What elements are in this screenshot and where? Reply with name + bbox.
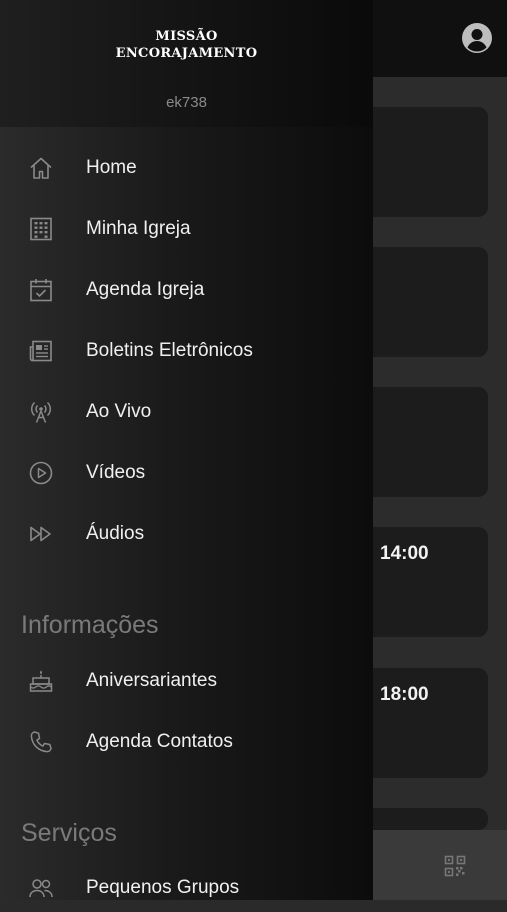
menu-item-boletins[interactable]: Boletins Eletrônicos (0, 327, 373, 375)
cake-icon (29, 670, 53, 692)
home-icon (30, 157, 52, 179)
phone-icon (30, 731, 52, 753)
menu-item-agenda-igreja[interactable]: Agenda Igreja (0, 266, 373, 314)
menu-item-label: Aniversariantes (86, 670, 217, 691)
menu-item-minha-igreja[interactable]: Minha Igreja (0, 205, 373, 253)
menu-item-label: Boletins Eletrônicos (86, 340, 253, 361)
menu-item-label: Áudios (86, 523, 145, 544)
menu-item-label: Agenda Contatos (86, 731, 233, 752)
newspaper-icon (29, 340, 52, 362)
username: ek738 (166, 94, 207, 111)
menu-item-audios[interactable]: Áudios (0, 510, 373, 558)
qr-code-icon[interactable] (444, 855, 466, 877)
account-avatar-icon[interactable] (461, 22, 493, 54)
play-circle-icon (29, 461, 53, 485)
menu-item-ao-vivo[interactable]: Ao Vivo (0, 388, 373, 436)
section-title-informacoes: Informações (21, 611, 159, 639)
event-time: 14:00 (380, 543, 429, 564)
logo-line-1: MISSÃO (155, 29, 218, 44)
fast-forward-icon (30, 526, 51, 542)
menu-item-home[interactable]: Home (0, 144, 373, 192)
calendar-check-icon (30, 279, 52, 302)
drawer-header: MISSÃO ENCORAJAMENTO ek738 (0, 0, 373, 127)
menu-item-aniversariantes[interactable]: Aniversariantes (0, 657, 373, 705)
navigation-drawer: MISSÃO ENCORAJAMENTO ek738 Home Minha Ig… (0, 0, 373, 900)
menu-item-agenda-contatos[interactable]: Agenda Contatos (0, 718, 373, 766)
broadcast-icon (30, 401, 52, 423)
menu-item-label: Agenda Igreja (86, 279, 205, 300)
menu-item-label: Vídeos (86, 462, 146, 483)
menu-item-label: Pequenos Grupos (86, 877, 240, 898)
menu-item-pequenos-grupos[interactable]: Pequenos Grupos (0, 864, 373, 912)
app-logo: MISSÃO ENCORAJAMENTO (0, 28, 373, 62)
building-icon (30, 217, 52, 241)
menu-item-label: Home (86, 157, 137, 178)
menu-item-label: Ao Vivo (86, 401, 152, 422)
logo-line-2: ENCORAJAMENTO (115, 46, 258, 61)
menu-item-label: Minha Igreja (86, 218, 191, 239)
section-title-servicos: Serviços (21, 819, 117, 847)
menu-item-videos[interactable]: Vídeos (0, 449, 373, 497)
group-icon (29, 879, 53, 898)
event-time: 18:00 (380, 684, 429, 705)
